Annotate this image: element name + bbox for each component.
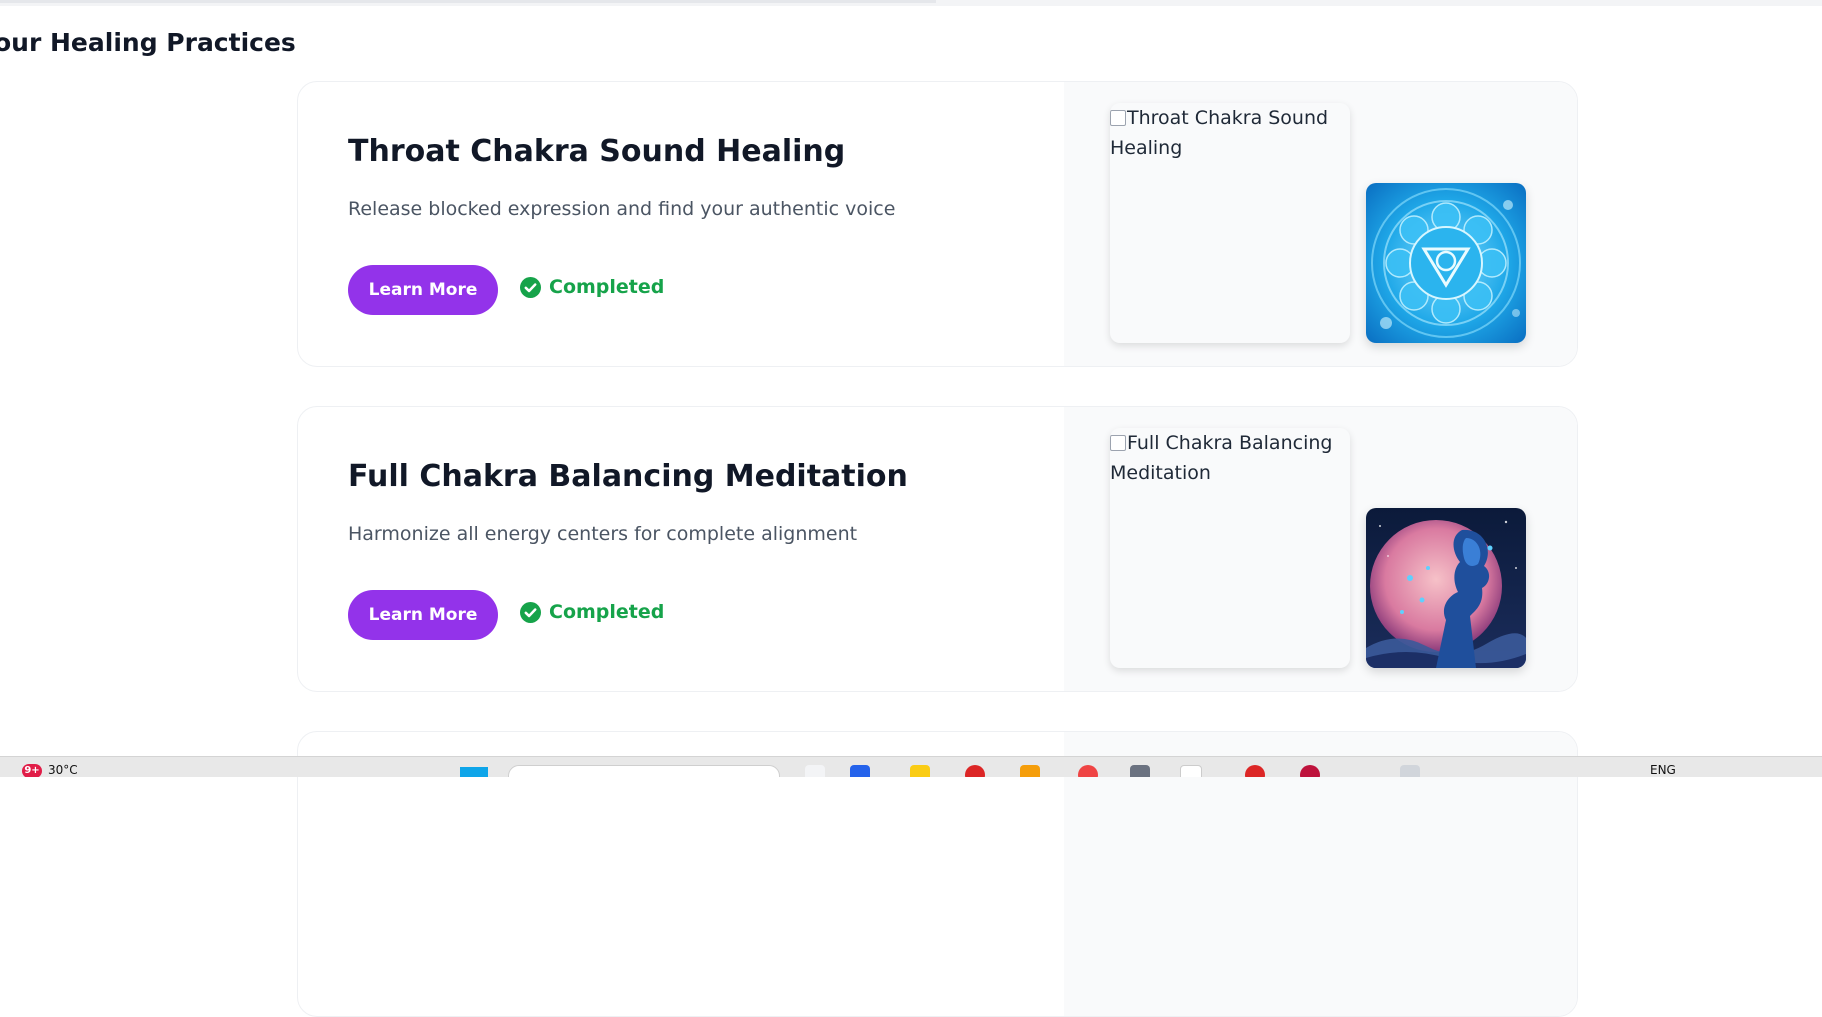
broken-image-alt-text: Full Chakra Balancing Meditation — [1110, 432, 1333, 484]
practice-card-media: Throat Chakra Sound Healing — [1064, 82, 1577, 366]
app-icon[interactable] — [1078, 765, 1098, 777]
app-icon[interactable] — [1020, 765, 1040, 777]
app-icon[interactable] — [1130, 765, 1150, 777]
chrome-icon[interactable] — [1180, 765, 1202, 777]
practice-description: Harmonize all energy centers for complet… — [348, 523, 858, 545]
weather-temperature[interactable]: 30°C — [48, 763, 78, 777]
throat-chakra-thumbnail — [1366, 183, 1526, 343]
file-explorer-icon[interactable] — [805, 765, 825, 777]
broken-image-alt-text: Throat Chakra Sound Healing — [1110, 107, 1329, 159]
practice-title: Throat Chakra Sound Healing — [348, 134, 846, 169]
status-label: Completed — [549, 276, 665, 298]
practice-description: Release blocked expression and find your… — [348, 198, 896, 220]
practice-card-content: Full Chakra Balancing Meditation Harmoni… — [298, 407, 1064, 691]
meditating-woman-moon-icon — [1366, 508, 1526, 668]
throat-chakra-symbol-icon — [1366, 183, 1526, 343]
top-scroll-progress-fill — [0, 0, 936, 3]
taskbar-search-box[interactable] — [508, 765, 780, 777]
check-circle-icon — [520, 276, 541, 298]
browser-icon[interactable] — [965, 765, 985, 777]
weather-notification-badge[interactable]: 9+ — [22, 764, 42, 777]
learn-more-button[interactable]: Learn More — [348, 590, 498, 640]
practice-title: Full Chakra Balancing Meditation — [348, 459, 908, 494]
broken-image-placeholder: Full Chakra Balancing Meditation — [1110, 428, 1350, 668]
os-taskbar: 9+ 30°C ENG — [0, 756, 1822, 777]
practice-card-content: Throat Chakra Sound Healing Release bloc… — [298, 82, 1064, 366]
top-scroll-progress-track — [0, 0, 1822, 6]
practice-card: Throat Chakra Sound Healing Release bloc… — [297, 81, 1578, 367]
completed-status: Completed — [520, 276, 664, 298]
broken-image-icon — [1110, 110, 1126, 126]
section-title: our Healing Practices — [0, 28, 296, 57]
status-label: Completed — [549, 601, 665, 623]
broken-image-placeholder: Throat Chakra Sound Healing — [1110, 103, 1350, 343]
app-icon[interactable] — [850, 765, 870, 777]
practice-card: Full Chakra Balancing Meditation Harmoni… — [297, 406, 1578, 692]
app-icon[interactable] — [1300, 765, 1320, 777]
tray-icon[interactable] — [1400, 765, 1420, 777]
practice-card-media: Full Chakra Balancing Meditation — [1064, 407, 1577, 691]
check-circle-icon — [520, 601, 541, 623]
meditation-thumbnail — [1366, 508, 1526, 668]
folder-icon[interactable] — [910, 765, 930, 777]
language-indicator[interactable]: ENG — [1650, 763, 1676, 777]
app-icon[interactable] — [1245, 765, 1265, 777]
completed-status: Completed — [520, 601, 664, 623]
learn-more-button[interactable]: Learn More — [348, 265, 498, 315]
broken-image-icon — [1110, 435, 1126, 451]
